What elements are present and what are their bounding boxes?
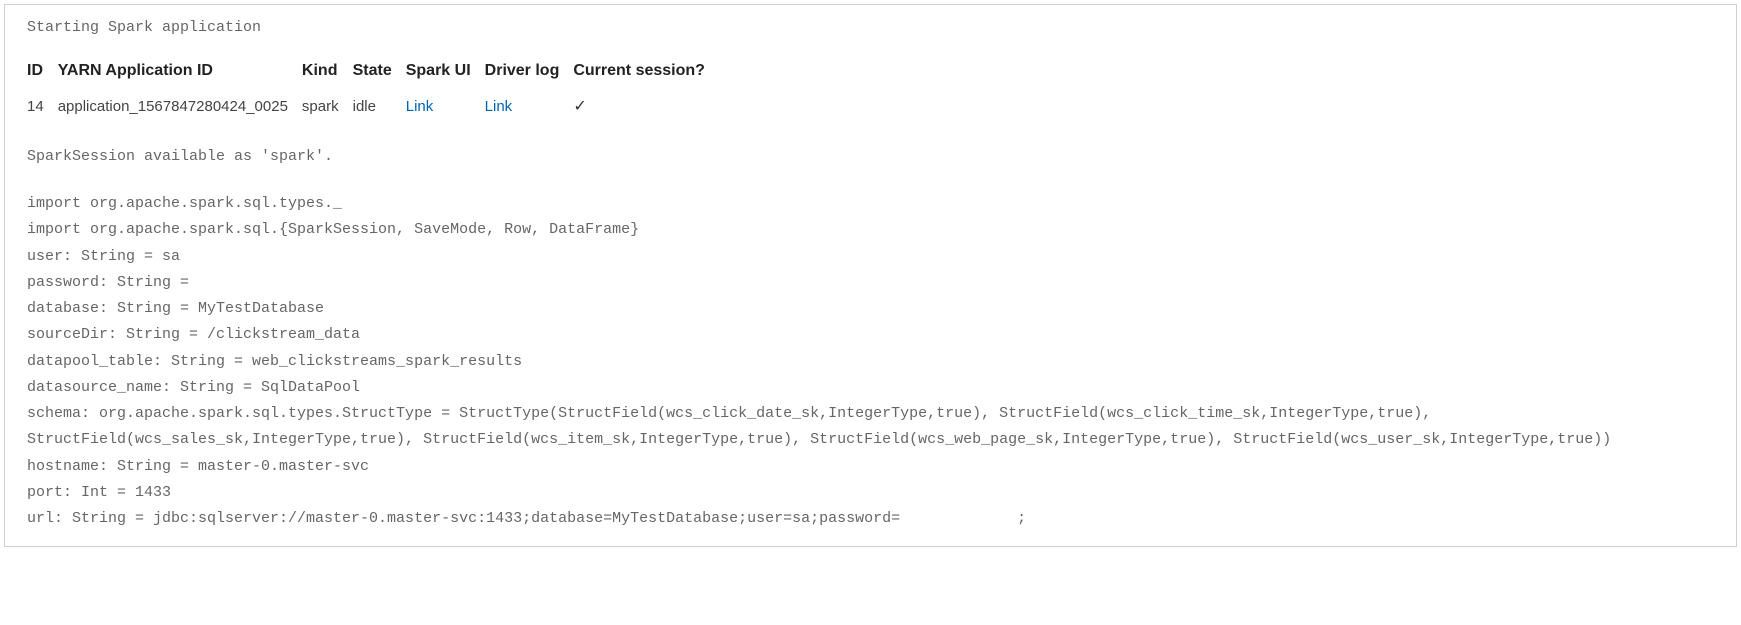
code-output-block: import org.apache.spark.sql.types._ impo… bbox=[27, 191, 1714, 532]
cell-driver-log: Link bbox=[485, 90, 574, 122]
cell-id: 14 bbox=[27, 90, 58, 122]
header-driver-log: Driver log bbox=[485, 54, 574, 90]
cell-yarn-app-id: application_1567847280424_0025 bbox=[58, 90, 302, 122]
spark-application-table: ID YARN Application ID Kind State Spark … bbox=[27, 54, 719, 122]
header-kind: Kind bbox=[302, 54, 353, 90]
notebook-output-cell: Starting Spark application ID YARN Appli… bbox=[4, 4, 1737, 547]
header-id: ID bbox=[27, 54, 58, 90]
session-available-line: SparkSession available as 'spark'. bbox=[27, 148, 1714, 165]
cell-current-session: ✓ bbox=[573, 90, 719, 122]
spark-ui-link[interactable]: Link bbox=[406, 98, 434, 115]
checkmark-icon: ✓ bbox=[573, 98, 586, 115]
table-header-row: ID YARN Application ID Kind State Spark … bbox=[27, 54, 719, 90]
header-current-session: Current session? bbox=[573, 54, 719, 90]
header-state: State bbox=[353, 54, 406, 90]
cell-spark-ui: Link bbox=[406, 90, 485, 122]
header-spark-ui: Spark UI bbox=[406, 54, 485, 90]
header-yarn-app-id: YARN Application ID bbox=[58, 54, 302, 90]
table-row: 14 application_1567847280424_0025 spark … bbox=[27, 90, 719, 122]
cell-state: idle bbox=[353, 90, 406, 122]
cell-kind: spark bbox=[302, 90, 353, 122]
driver-log-link[interactable]: Link bbox=[485, 98, 513, 115]
status-line: Starting Spark application bbox=[27, 19, 1714, 36]
